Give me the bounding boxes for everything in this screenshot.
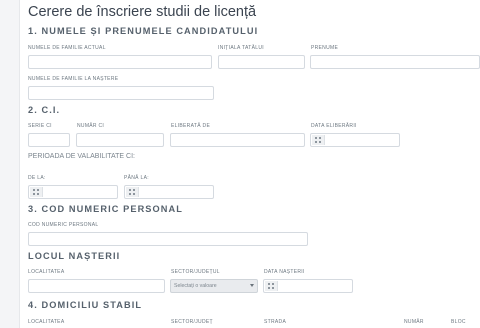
- chevron-down-icon: [250, 284, 254, 287]
- section-3-heading: 3. COD NUMERIC PERSONAL: [28, 204, 183, 214]
- valid-from-input[interactable]: [28, 185, 118, 199]
- issued-by-label: ELIBERATĂ DE: [171, 123, 211, 129]
- id-series-label: SERIE CI: [28, 123, 52, 129]
- birth-county-label: SECTOR/JUDEȚUL: [171, 269, 220, 275]
- address-county-label: SECTOR/JUDEȚ: [171, 319, 213, 325]
- birth-last-name-input[interactable]: [28, 86, 214, 100]
- id-number-input[interactable]: [76, 133, 164, 147]
- valid-to-input[interactable]: [124, 185, 214, 199]
- id-series-input[interactable]: [28, 133, 70, 147]
- left-margin: [0, 0, 20, 328]
- birth-county-select[interactable]: Selectați o valoare: [170, 279, 258, 293]
- calendar-icon[interactable]: [265, 281, 278, 291]
- valid-from-label: DE LA:: [28, 175, 46, 181]
- validity-period-label: PERIOADA DE VALABILITATE CI:: [28, 153, 135, 160]
- section-4-heading: 4. DOMICILIU STABIL: [28, 300, 143, 310]
- father-initial-label: INIȚIALA TATĂLUI: [218, 45, 264, 51]
- address-number-label: NUMĂR: [404, 319, 424, 325]
- cnp-input[interactable]: [28, 232, 308, 246]
- section-2-heading: 2. C.I.: [28, 105, 61, 115]
- section-1-heading: 1. NUMELE ȘI PRENUMELE CANDIDATULUI: [28, 26, 259, 36]
- calendar-icon[interactable]: [30, 187, 43, 197]
- current-last-name-label: NUMELE DE FAMILIE ACTUAL: [28, 45, 106, 51]
- birth-locality-input[interactable]: [28, 279, 165, 293]
- current-last-name-input[interactable]: [28, 55, 212, 69]
- address-street-label: STRADA: [264, 319, 287, 325]
- first-name-label: PRENUME: [311, 45, 339, 51]
- issued-by-input[interactable]: [170, 133, 305, 147]
- birth-last-name-label: NUMELE DE FAMILIE LA NAȘTERE: [28, 76, 119, 82]
- calendar-icon[interactable]: [312, 135, 325, 145]
- birth-date-input[interactable]: [263, 279, 353, 293]
- father-initial-input[interactable]: [218, 55, 305, 69]
- address-block-label: BLOC: [451, 319, 466, 325]
- calendar-icon[interactable]: [126, 187, 139, 197]
- valid-to-label: PÂNĂ LA:: [124, 175, 149, 181]
- page-title: Cerere de înscriere studii de licență: [28, 4, 257, 20]
- address-locality-label: LOCALITATEA: [28, 319, 65, 325]
- issue-date-input[interactable]: [310, 133, 400, 147]
- id-number-label: NUMĂR CI: [77, 123, 105, 129]
- birthplace-heading: LOCUL NAȘTERII: [28, 251, 121, 261]
- birth-date-label: DATA NAȘTERII: [264, 269, 305, 275]
- cnp-label: COD NUMERIC PERSONAL: [28, 222, 99, 228]
- issue-date-label: DATA ELIBERĂRII: [311, 123, 357, 129]
- first-name-input[interactable]: [310, 55, 480, 69]
- birth-locality-label: LOCALITATEA: [28, 269, 65, 275]
- birth-county-select-value: Selectați o valoare: [174, 283, 217, 289]
